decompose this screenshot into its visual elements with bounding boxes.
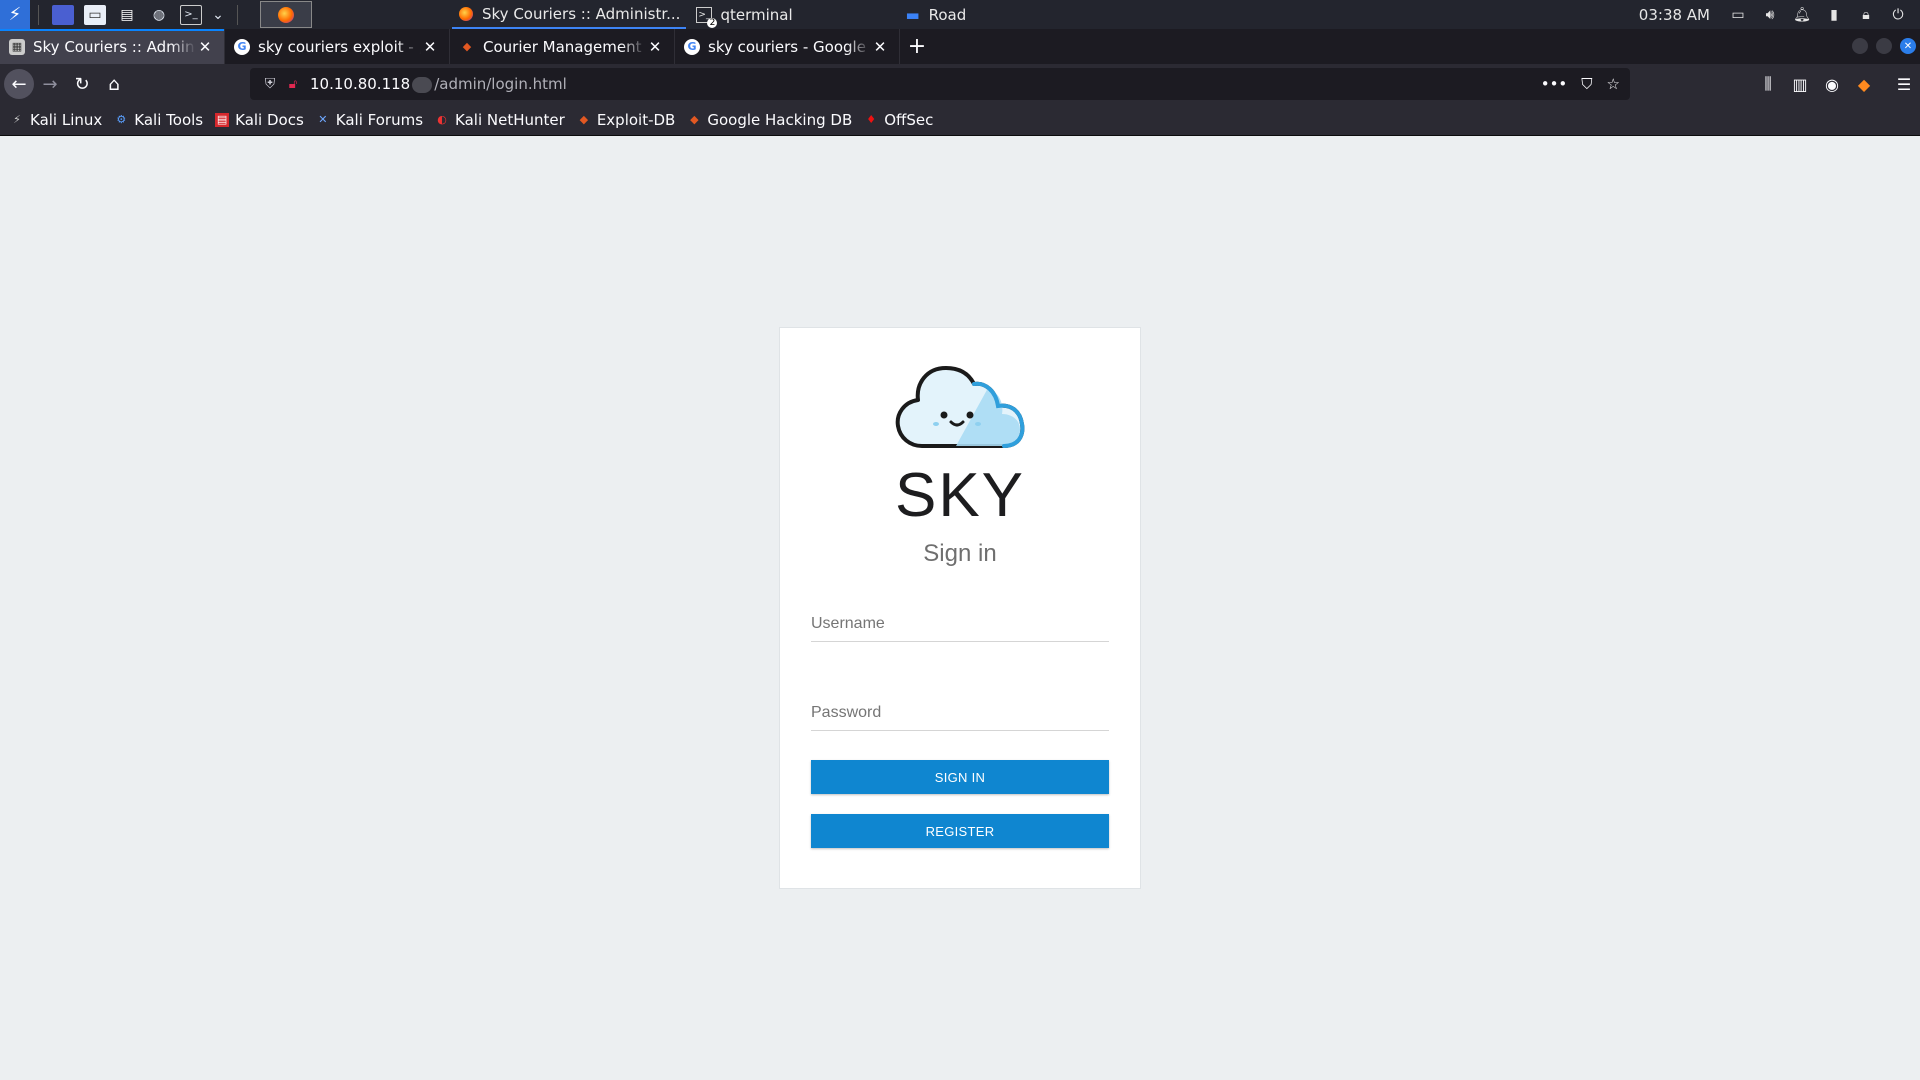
kali-tools-icon: ⚙ [116,113,127,126]
kali-docs-icon: ▤ [215,112,230,127]
bookmark-kali-forums[interactable]: ✕ Kali Forums [316,111,423,129]
forward-button[interactable]: → [34,68,66,100]
app-menu-icon[interactable]: ☰ [1888,75,1920,94]
show-desktop-icon[interactable] [52,4,74,25]
tab-strip: ▦ Sky Couriers :: Administr ✕ G sky cour… [0,29,1920,64]
account-icon[interactable]: ◉ [1816,75,1848,94]
kali-icon: ⚡ [13,113,21,126]
bookmarks-toolbar: ⚡ Kali Linux ⚙ Kali Tools ▤ Kali Docs ✕ Kali… [0,104,1920,136]
page-content: SKY Sign in SIGN IN REGISTER [0,136,1920,1080]
volume-icon[interactable]: 🔊︎ [1760,7,1780,23]
site-favicon-icon: ▦ [9,38,25,55]
terminal-launcher-icon[interactable]: >_ [180,4,202,25]
taskbar: Sky Couriers :: Administr... >_ 2 qtermin… [452,0,972,29]
tab-title: sky couriers exploit - „Go [258,37,421,56]
bookmark-kali-nethunter[interactable]: ◐ Kali NetHunter [435,111,565,129]
nethunter-icon: ◐ [437,113,447,126]
password-input[interactable] [811,695,1109,731]
chevron-down-icon[interactable]: ⌄ [212,5,224,25]
brand-wordmark: SKY [894,461,1026,530]
task-title: Road [928,5,967,24]
tracking-shield-icon[interactable]: ⛨ [258,76,282,92]
desktop-top-panel: ⚡ ▭ ▤ ◍ >_ ⌄ Sky Couriers :: Administr..… [0,0,1920,29]
close-icon[interactable]: ✕ [871,38,889,56]
new-tab-button[interactable]: + [900,29,934,64]
tab-title: Sky Couriers :: Administr [33,37,196,56]
url-host: 10.10.80.118/admin/login.html [310,75,567,93]
lock-screen-icon[interactable]: 🔒︎ [1856,7,1876,23]
display-icon[interactable]: ▭ [1728,7,1748,23]
sign-in-button[interactable]: SIGN IN [811,760,1109,794]
task-qterminal[interactable]: >_ 2 qterminal [690,0,798,29]
cloud-logo-icon [895,366,1025,448]
bookmark-kali-docs[interactable]: ▤ Kali Docs [215,111,304,129]
text-editor-icon[interactable]: ▤ [116,5,138,25]
window-controls: ✕ [1852,38,1916,54]
kali-forums-icon: ✕ [318,113,328,126]
clock[interactable]: 03:38 AM [1639,6,1710,24]
sidebar-icon[interactable]: ▥ [1784,75,1816,94]
close-window-button[interactable]: ✕ [1900,38,1916,54]
offsec-icon: ♦ [866,113,877,126]
login-card: SKY Sign in SIGN IN REGISTER [779,327,1141,889]
bookmark-google-hacking-db[interactable]: ◆ Google Hacking DB [687,111,852,129]
firefox-icon [278,6,294,23]
task-title: qterminal [720,5,793,24]
tab-courier-management[interactable]: ◆ Courier Management Sys ✕ [450,29,675,64]
terminal-icon: >_ 2 [696,6,718,28]
close-icon[interactable]: ✕ [196,38,214,56]
page-actions-icon[interactable]: ••• [1541,75,1568,93]
tab-title: sky couriers - Google Sea [708,37,871,56]
maximize-button[interactable] [1876,38,1892,54]
close-icon[interactable]: ✕ [421,38,439,56]
sign-in-heading: Sign in [923,540,997,567]
google-icon: G [234,38,250,55]
terminal-badge: 2 [707,17,718,28]
insecure-lock-icon[interactable]: 🔓︎ [282,77,304,92]
file-manager-icon[interactable]: ▭ [84,4,106,25]
home-button[interactable]: ⌂ [98,68,130,100]
exploit-db-icon: ◆ [462,40,472,53]
tab-sky-couriers-exploit[interactable]: G sky couriers exploit - „Go ✕ [225,29,450,64]
url-bar[interactable]: ⛨ 🔓︎ 10.10.80.118/admin/login.html ••• ⛉… [250,68,1630,100]
pocket-icon[interactable]: ⛉ [1581,75,1592,93]
extension-icon[interactable]: ◆ [1848,75,1880,94]
folder-icon: ▬ [905,5,920,24]
task-road[interactable]: ▬ Road [899,0,973,29]
url-path: /admin/login.html [434,75,567,93]
bookmark-offsec[interactable]: ♦ OffSec [864,111,933,129]
tab-title: Courier Management Sys [483,37,646,56]
library-icon[interactable]: ⫼ [1752,74,1784,94]
redacted-port [412,76,433,93]
bookmark-star-icon[interactable]: ☆ [1607,75,1620,93]
firefox-icon [458,6,474,22]
close-icon[interactable]: ✕ [646,38,664,56]
tab-google-search[interactable]: G sky couriers - Google Sea ✕ [675,29,900,64]
bookmark-kali-linux[interactable]: ⚡ Kali Linux [10,111,102,129]
navigation-toolbar: ← → ↻ ⌂ ⛨ 🔓︎ 10.10.80.118/admin/login.ht… [0,64,1920,104]
minimize-button[interactable] [1852,38,1868,54]
register-button[interactable]: REGISTER [811,814,1109,848]
kali-menu-icon[interactable]: ⚡ [0,0,30,29]
panel-separator [38,4,39,25]
task-title: Sky Couriers :: Administr... [482,4,681,23]
bookmark-exploit-db[interactable]: ◆ Exploit-DB [577,111,676,129]
web-browser-icon[interactable]: ◍ [148,5,170,25]
logout-icon[interactable]: ⏻ [1888,7,1908,23]
notification-bell-icon[interactable]: 🔔︎ [1792,7,1812,23]
power-manager-icon[interactable]: ▮ [1824,7,1844,23]
username-input[interactable] [811,606,1109,642]
exploit-db-icon: ◆ [579,113,589,126]
reload-button[interactable]: ↻ [66,68,98,100]
task-firefox[interactable]: Sky Couriers :: Administr... [452,0,687,29]
google-icon: G [684,38,700,55]
bookmark-kali-tools[interactable]: ⚙ Kali Tools [114,111,203,129]
tab-sky-couriers-admin[interactable]: ▦ Sky Couriers :: Administr ✕ [0,29,225,64]
panel-separator [237,4,238,25]
workspace-firefox-button[interactable] [260,1,312,28]
back-button[interactable]: ← [4,69,34,99]
ghdb-icon: ◆ [690,113,699,126]
